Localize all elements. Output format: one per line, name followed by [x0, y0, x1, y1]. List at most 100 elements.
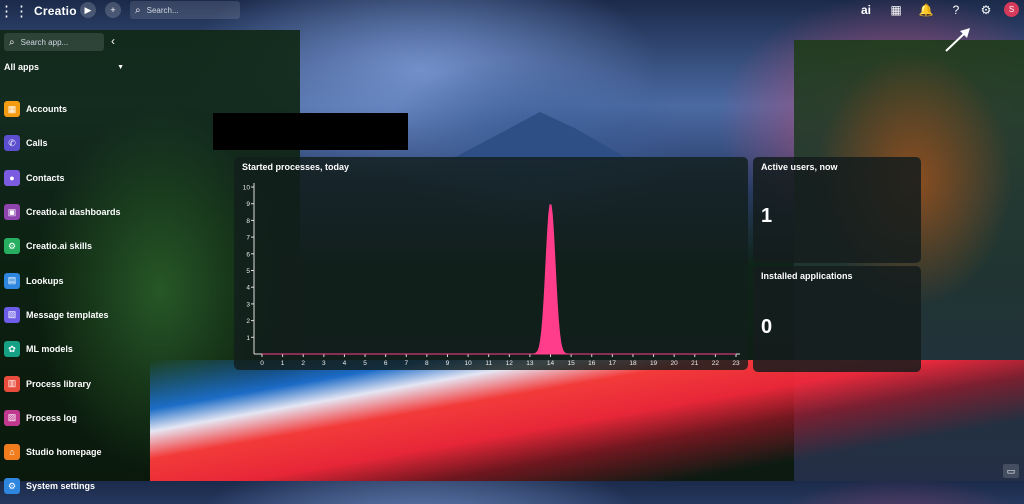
started-processes-widget: Started processes, today 1 2 3 4 5 6 7 8 9 10 0 1 2 3…	[234, 157, 748, 370]
sidebar-item[interactable]: ⚙ System settings	[4, 469, 121, 503]
x-tick-label: 15	[568, 360, 576, 367]
x-tick-label: 13	[526, 360, 534, 367]
sidebar-item-label: Process library	[26, 378, 92, 389]
add-button[interactable]: +	[105, 2, 121, 18]
y-tick-label: 3	[246, 301, 250, 308]
sidebar-item[interactable]: ▣ Creatio.ai dashboards	[4, 195, 121, 229]
all-apps-label: All apps	[4, 62, 40, 72]
y-tick-label: 2	[246, 318, 250, 325]
y-tick-label: 10	[243, 185, 251, 192]
search-icon: ⌕	[135, 4, 141, 16]
x-tick-label: 23	[732, 360, 740, 367]
sidebar-item[interactable]: ✆ Calls	[4, 126, 121, 160]
sidebar-item[interactable]: ▧ Message templates	[4, 298, 121, 332]
book-icon: ▤	[4, 272, 20, 289]
x-tick-label: 18	[629, 360, 637, 367]
ai-dashboard-icon: ▣	[4, 204, 20, 221]
sidebar-item[interactable]: ▨ Process log	[4, 401, 121, 435]
plus-icon: +	[110, 5, 116, 15]
sidebar-item[interactable]: ● Contacts	[4, 161, 121, 195]
annotation-arrow-icon	[945, 28, 970, 52]
sidebar-item-label: Accounts	[26, 104, 68, 115]
y-tick-label: 8	[246, 218, 250, 225]
app-launcher-button[interactable]: ⋮⋮	[0, 2, 29, 20]
widget-title: Installed applications	[761, 271, 853, 281]
processes-area-series	[262, 204, 736, 355]
global-search[interactable]: ⌕	[130, 1, 240, 19]
x-tick-label: 8	[425, 360, 429, 367]
x-tick-label: 16	[588, 360, 596, 367]
play-icon: ▶	[84, 4, 92, 15]
x-tick-label: 10	[464, 360, 472, 367]
template-icon: ▧	[4, 306, 20, 323]
accounts-icon: ▦	[4, 101, 20, 118]
y-tick-label: 5	[246, 268, 250, 275]
user-avatar[interactable]: S	[1004, 2, 1019, 17]
x-tick-label: 22	[712, 360, 720, 367]
x-tick-label: 21	[691, 360, 699, 367]
app-menu: ▦ Accounts ✆ Calls ● Contacts ▣ Creatio.ai dash…	[4, 92, 121, 504]
x-tick-label: 3	[322, 360, 326, 367]
x-tick-label: 6	[384, 360, 388, 367]
x-tick-label: 11	[485, 360, 492, 367]
x-tick-label: 2	[301, 360, 305, 367]
run-process-button[interactable]: ▶	[80, 2, 96, 18]
notifications-bell-icon[interactable]: 🔔	[918, 3, 934, 17]
app-search-input[interactable]	[18, 36, 101, 48]
apps-grid-icon[interactable]: ▦	[888, 3, 904, 17]
started-processes-chart: 123456789100 1 2 3 4 5 6 7 8 9 10 11 12 13 14 15 16 17 18 1…	[243, 183, 740, 367]
grid-icon: ⋮⋮	[0, 2, 29, 20]
contact-icon: ●	[4, 169, 20, 186]
sidebar-item[interactable]: ▤ Lookups	[4, 263, 121, 297]
x-tick-label: 12	[506, 360, 514, 367]
sidebar-item-label: System settings	[26, 481, 96, 492]
log-icon: ▨	[4, 409, 20, 426]
sidebar-item-label: ML models	[26, 344, 73, 355]
sidebar-item-label: Calls	[26, 138, 48, 149]
x-tick-label: 5	[363, 360, 367, 367]
collapse-sidebar-chevron-icon[interactable]: ‹	[111, 34, 115, 48]
global-search-input[interactable]	[144, 4, 235, 16]
y-tick-label: 7	[246, 235, 250, 242]
home-icon: ⌂	[4, 444, 20, 461]
sidebar-item[interactable]: ▦ Accounts	[4, 92, 121, 126]
active-users-value: 1	[761, 205, 773, 227]
chat-panel-icon[interactable]: ▭	[1003, 464, 1019, 478]
x-tick-label: 4	[343, 360, 347, 367]
x-tick-label: 0	[260, 360, 264, 367]
process-icon: ▥	[4, 375, 20, 392]
y-tick-label: 6	[246, 251, 250, 258]
system-designer-gear-icon[interactable]: ⚙	[978, 3, 994, 17]
x-tick-label: 19	[650, 360, 658, 367]
ml-icon: ✿	[4, 341, 20, 358]
ai-skills-icon: ⚙	[4, 238, 20, 255]
redacted-block	[213, 113, 408, 150]
creatio-ai-button[interactable]: ai	[858, 3, 874, 17]
x-tick-label: 1	[281, 360, 285, 367]
active-users-widget: Active users, now 1	[753, 157, 921, 263]
x-tick-label: 14	[547, 360, 555, 367]
sidebar-item[interactable]: ⚙ Creatio.ai skills	[4, 229, 121, 263]
sidebar-item[interactable]: ✿ ML models	[4, 332, 121, 366]
app-search[interactable]: ⌕	[4, 33, 104, 51]
phone-icon: ✆	[4, 135, 20, 152]
search-icon: ⌕	[9, 36, 15, 48]
y-tick-label: 9	[246, 201, 250, 208]
y-tick-label: 1	[246, 335, 250, 342]
sidebar-item-label: Contacts	[26, 172, 65, 183]
sidebar-item-label: Studio homepage	[26, 447, 102, 458]
x-tick-label: 7	[404, 360, 408, 367]
app-logo: Creatio	[34, 4, 77, 18]
help-icon[interactable]: ?	[948, 3, 964, 17]
x-tick-label: 17	[609, 360, 617, 367]
sidebar-item-label: Creatio.ai dashboards	[26, 207, 121, 218]
sidebar-item[interactable]: ⌂ Studio homepage	[4, 435, 121, 469]
x-tick-label: 9	[446, 360, 450, 367]
caret-down-icon: ▼	[117, 64, 124, 71]
sidebar-item-label: Message templates	[26, 309, 109, 320]
installed-apps-value: 0	[761, 316, 773, 338]
y-tick-label: 4	[246, 285, 250, 292]
background-mountain	[450, 112, 630, 160]
sidebar-item[interactable]: ▥ Process library	[4, 366, 121, 400]
all-apps-dropdown[interactable]: All apps ▼	[4, 62, 124, 72]
